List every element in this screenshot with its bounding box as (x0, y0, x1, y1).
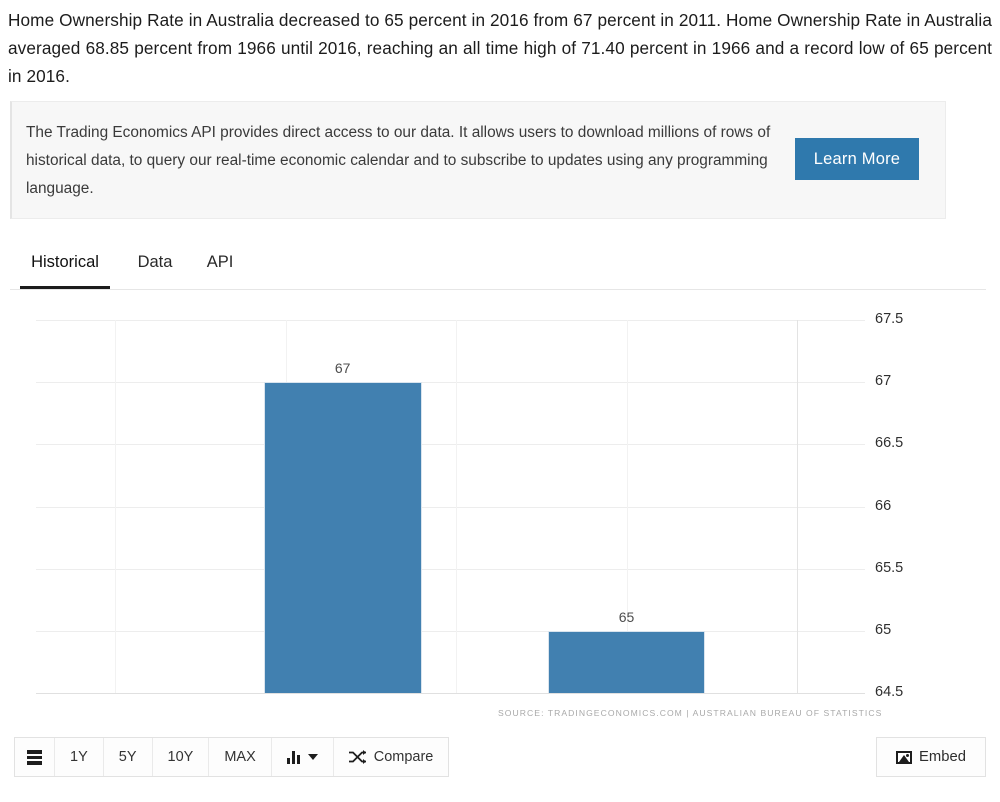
chart-container[interactable]: 6765 67.56766.56665.56564.5 200720102013… (0, 290, 1000, 730)
bar-chart-icon (286, 750, 302, 764)
tab-api[interactable]: API (198, 244, 242, 289)
y-axis-tick-label: 65 (875, 621, 892, 638)
api-promo-box: The Trading Economics API provides direc… (10, 101, 946, 219)
compare-button[interactable]: Compare (333, 738, 449, 776)
tab-data[interactable]: Data (128, 244, 182, 289)
tab-historical[interactable]: Historical (20, 244, 110, 289)
gridline-horizontal (36, 320, 865, 321)
bar-value-label: 65 (618, 608, 635, 625)
y-axis-tick-label: 67 (875, 373, 892, 390)
image-icon (896, 750, 913, 764)
gridline-horizontal (36, 382, 865, 384)
intro-paragraph: Home Ownership Rate in Australia decreas… (8, 10, 992, 86)
chart-source-note: SOURCE: TRADINGECONOMICS.COM | AUSTRALIA… (498, 708, 883, 718)
shuffle-icon (348, 750, 366, 764)
chart-bar[interactable] (547, 630, 706, 693)
gridline-horizontal (36, 693, 865, 694)
gridline-horizontal (36, 506, 865, 508)
page-root: Home Ownership Rate in Australia decreas… (0, 0, 1000, 802)
tab-bar: Historical Data API (10, 244, 986, 290)
bar-value-label: 67 (334, 360, 351, 377)
embed-button[interactable]: Embed (876, 737, 986, 777)
rows-view-button[interactable] (15, 738, 55, 776)
y-axis-tick-label: 66 (875, 497, 892, 514)
gridline-horizontal (36, 630, 865, 632)
y-axis-tick-label: 64.5 (875, 684, 904, 700)
learn-more-button[interactable]: Learn More (795, 138, 919, 180)
embed-label: Embed (919, 749, 966, 765)
gridline-vertical (456, 320, 458, 693)
y-axis-tick-label: 67.5 (875, 311, 904, 327)
y-axis-tick-label: 65.5 (875, 559, 904, 576)
chevron-down-icon (307, 754, 318, 760)
range-button-max[interactable]: MAX (209, 738, 272, 776)
api-promo-text: The Trading Economics API provides direc… (26, 124, 771, 197)
gridline-horizontal (36, 444, 865, 446)
rows-icon (27, 749, 42, 765)
range-button-5y[interactable]: 5Y (103, 738, 153, 776)
gridline-vertical (796, 320, 798, 693)
range-button-1y[interactable]: 1Y (55, 738, 104, 776)
gridline-vertical (115, 320, 117, 693)
chart-bar[interactable] (263, 382, 422, 693)
range-button-10y[interactable]: 10Y (152, 738, 210, 776)
gridline-horizontal (36, 568, 865, 570)
chart-type-dropdown[interactable] (271, 738, 334, 776)
chart-plot-area[interactable]: 67 65 (36, 320, 865, 694)
compare-label: Compare (373, 749, 434, 765)
y-axis-tick-label: 66.5 (875, 435, 904, 452)
chart-toolbar: 1Y 5Y 10Y MAX Compare (14, 737, 450, 777)
